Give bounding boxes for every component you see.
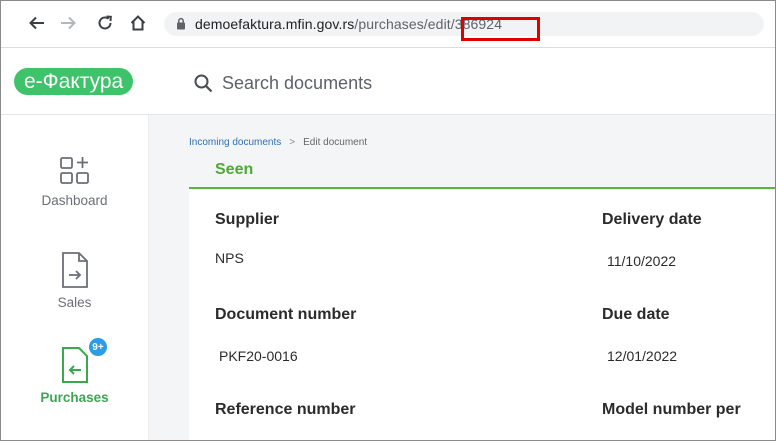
sales-document-icon (61, 252, 88, 288)
sidebar-item-sales[interactable]: Sales (1, 251, 148, 310)
sidebar: Dashboard Sales 9+ Purchases (1, 115, 149, 440)
browser-toolbar: demoefaktura.mfin.gov.rs/purchases/edit/… (1, 1, 775, 48)
document-number-label: Document number (215, 306, 357, 323)
document-details-card: Supplier NPS Delivery date 11/10/2022 Do… (189, 189, 775, 440)
search-documents[interactable]: Search documents (194, 70, 372, 96)
home-icon (130, 15, 146, 31)
document-number-value: PKF20-0016 (219, 348, 298, 364)
reload-button[interactable] (93, 11, 117, 35)
home-button[interactable] (126, 11, 150, 35)
search-label: Search documents (222, 72, 373, 93)
sidebar-label-purchases: Purchases (40, 390, 109, 405)
supplier-label: Supplier (215, 211, 280, 228)
main-content: Incoming documents > Edit document Seen Su… (149, 115, 775, 440)
arrow-right-icon (61, 16, 76, 30)
url-text: demoefaktura.mfin.gov.rs/purchases/edit/… (195, 16, 502, 32)
due-date-value: 12/01/2022 (607, 348, 678, 364)
forward-button[interactable] (56, 11, 80, 35)
dashboard-grid-icon (59, 157, 89, 184)
app-header: e-Фактура Search documents (1, 48, 775, 115)
sidebar-item-purchases[interactable]: 9+ Purchases (1, 336, 148, 405)
reload-icon (98, 15, 112, 30)
url-host: demoefaktura.mfin.gov.rs (195, 16, 355, 32)
purchases-document-icon (61, 347, 88, 383)
model-number-label: Model number per (602, 401, 741, 418)
delivery-date-value: 11/10/2022 (607, 253, 677, 269)
breadcrumb-current: Edit document (303, 137, 368, 148)
purchases-badge: 9+ (87, 336, 109, 358)
url-highlight-box (461, 17, 540, 41)
efaktura-logo[interactable]: e-Фактура (14, 68, 134, 95)
due-date-label: Due date (602, 306, 670, 323)
delivery-date-label: Delivery date (602, 211, 702, 228)
breadcrumb: Incoming documents > Edit document (189, 137, 367, 148)
sidebar-label-sales: Sales (57, 295, 92, 310)
reference-number-label: Reference number (215, 401, 356, 418)
arrow-left-icon (29, 16, 44, 30)
search-icon (194, 74, 213, 92)
sidebar-item-dashboard[interactable]: Dashboard (1, 155, 148, 208)
breadcrumb-incoming-documents[interactable]: Incoming documents (189, 137, 281, 148)
sidebar-label-dashboard: Dashboard (41, 193, 108, 208)
back-button[interactable] (25, 11, 49, 35)
screenshot-frame: demoefaktura.mfin.gov.rs/purchases/edit/… (0, 0, 776, 441)
status-label: Seen (215, 161, 254, 178)
supplier-value: NPS (215, 250, 244, 266)
breadcrumb-separator: > (289, 137, 296, 148)
lock-icon (177, 17, 185, 30)
